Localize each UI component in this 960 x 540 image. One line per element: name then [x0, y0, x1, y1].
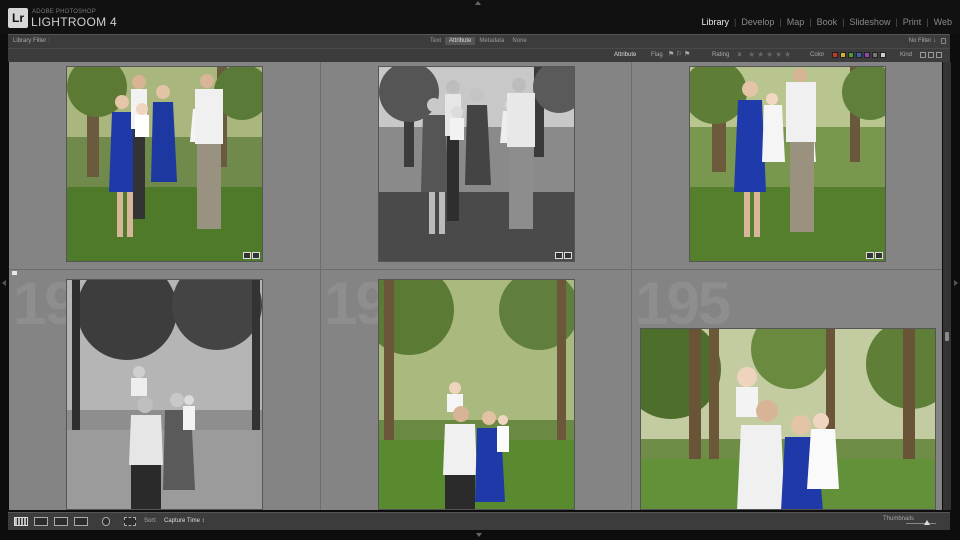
- kind-master-icon[interactable]: [920, 52, 926, 58]
- flag-reject-icon[interactable]: ⚑: [684, 51, 690, 58]
- right-panel-toggle-icon[interactable]: [954, 280, 958, 286]
- color-swatch-yellow[interactable]: [840, 52, 846, 58]
- attribute-filter-bar: Attribute Flag ⚑ ⚐ ⚑ Rating ≥ ★ ★ ★ ★ ★ …: [8, 48, 950, 62]
- thumbnail-badges: [866, 252, 883, 259]
- cell-divider: [9, 269, 942, 270]
- family-photo-bw-1[interactable]: [378, 66, 575, 262]
- grid-scrollbar[interactable]: [943, 62, 951, 510]
- develop-badge-icon: [252, 252, 260, 259]
- filter-tab-metadata[interactable]: Metadata: [475, 37, 508, 45]
- photo-image: [379, 280, 574, 509]
- sort-dropdown[interactable]: Capture Time ↕: [164, 518, 205, 524]
- develop-badge-icon: [564, 252, 572, 259]
- module-slideshow[interactable]: Slideshow: [849, 17, 890, 27]
- star-icon[interactable]: ★: [748, 51, 755, 59]
- color-swatch-red[interactable]: [832, 52, 838, 58]
- metadata-badge-icon: [555, 252, 563, 259]
- module-library[interactable]: Library: [701, 17, 729, 27]
- flag-unflagged-icon[interactable]: ⚐: [676, 51, 682, 58]
- color-swatch-purple[interactable]: [864, 52, 870, 58]
- painter-icon[interactable]: [102, 517, 110, 526]
- module-develop[interactable]: Develop: [741, 17, 774, 27]
- kind-video-icon[interactable]: [936, 52, 942, 58]
- photo-image: [641, 329, 935, 509]
- thumbnails-label: Thumbnails: [882, 516, 914, 522]
- module-separator: |: [733, 17, 737, 27]
- photo-image: [379, 67, 574, 261]
- star-icon[interactable]: ★: [784, 51, 791, 59]
- module-separator: |: [779, 17, 782, 27]
- develop-badge-icon: [875, 252, 883, 259]
- family-photo-color-1[interactable]: [66, 66, 263, 262]
- module-separator: |: [926, 17, 929, 27]
- kind-label: Kind: [900, 52, 913, 58]
- cell-index-number: 195: [635, 270, 731, 337]
- star-icon[interactable]: ★: [766, 51, 773, 59]
- module-picker: Library | Develop | Map | Book | Slidesh…: [701, 17, 952, 27]
- color-swatch-green[interactable]: [848, 52, 854, 58]
- rating-label: Rating: [712, 52, 730, 58]
- metadata-badge-icon: [866, 252, 874, 259]
- left-panel-toggle-icon[interactable]: [2, 280, 6, 286]
- color-swatch-none[interactable]: [880, 52, 886, 58]
- metadata-badge-icon: [243, 252, 251, 259]
- photo-image: [690, 67, 885, 261]
- flag-pick-icon[interactable]: ⚑: [668, 51, 674, 58]
- filter-tab-none[interactable]: None: [508, 37, 530, 45]
- lock-icon[interactable]: [941, 38, 946, 44]
- sort-label: Sort:: [144, 518, 157, 524]
- library-filter-bar: Library Filter : Text Attribute Metadata…: [8, 34, 950, 48]
- family-photo-color-3[interactable]: [378, 279, 575, 510]
- cell-divider: [320, 62, 321, 510]
- library-filter-label: Library Filter :: [13, 38, 50, 44]
- cell-divider: [631, 62, 632, 510]
- color-label: Color: [810, 52, 825, 58]
- thumbnail-size-slider[interactable]: [906, 523, 936, 524]
- module-header: Lr ADOBE PHOTOSHOP LIGHTROOM 4 Library |…: [0, 0, 960, 34]
- module-separator: |: [809, 17, 812, 27]
- star-icon[interactable]: ★: [757, 51, 764, 59]
- scrollbar-thumb[interactable]: [945, 332, 949, 341]
- grid-view-icon[interactable]: [14, 517, 28, 526]
- flag-label: Flag: [651, 52, 663, 58]
- family-photo-bw-2[interactable]: [66, 279, 263, 510]
- bottom-toolbar: Sort: Capture Time ↕ Thumbnails: [8, 512, 950, 530]
- star-icon[interactable]: ★: [775, 51, 782, 59]
- module-web[interactable]: Web: [934, 17, 952, 27]
- family-photo-color-2[interactable]: [689, 66, 886, 262]
- color-swatch-custom[interactable]: [872, 52, 878, 58]
- module-map[interactable]: Map: [787, 17, 805, 27]
- filter-tabs: Text Attribute Metadata None: [426, 37, 531, 45]
- photo-image: [67, 280, 262, 509]
- survey-view-icon[interactable]: [74, 517, 88, 526]
- thumbnail-grid[interactable]: 19 19 195: [9, 62, 942, 510]
- brand-title: LIGHTROOM 4: [31, 15, 117, 29]
- module-print[interactable]: Print: [903, 17, 922, 27]
- filter-tab-attribute[interactable]: Attribute: [445, 37, 476, 45]
- bottom-panel-toggle-icon[interactable]: [476, 533, 482, 537]
- thumbnail-badges: [243, 252, 260, 259]
- photo-image: [67, 67, 262, 261]
- module-separator: |: [895, 17, 898, 27]
- sort-direction-icon[interactable]: [124, 517, 136, 526]
- loupe-view-icon[interactable]: [34, 517, 48, 526]
- top-panel-toggle-icon[interactable]: [475, 1, 481, 5]
- compare-view-icon[interactable]: [54, 517, 68, 526]
- color-swatch-blue[interactable]: [856, 52, 862, 58]
- filter-preset-dropdown[interactable]: No Filter ↓: [909, 38, 936, 44]
- module-book[interactable]: Book: [817, 17, 838, 27]
- module-separator: |: [842, 17, 845, 27]
- selection-indicator: [12, 271, 17, 275]
- thumbnail-size-slider-knob[interactable]: [924, 520, 930, 525]
- filter-tab-text[interactable]: Text: [426, 37, 445, 45]
- thumbnail-badges: [555, 252, 572, 259]
- lightroom-logo: Lr: [8, 8, 28, 28]
- family-photo-color-4[interactable]: [640, 328, 936, 510]
- rating-compare[interactable]: ≥: [738, 52, 741, 58]
- attribute-label: Attribute: [614, 52, 637, 58]
- kind-virtual-copy-icon[interactable]: [928, 52, 934, 58]
